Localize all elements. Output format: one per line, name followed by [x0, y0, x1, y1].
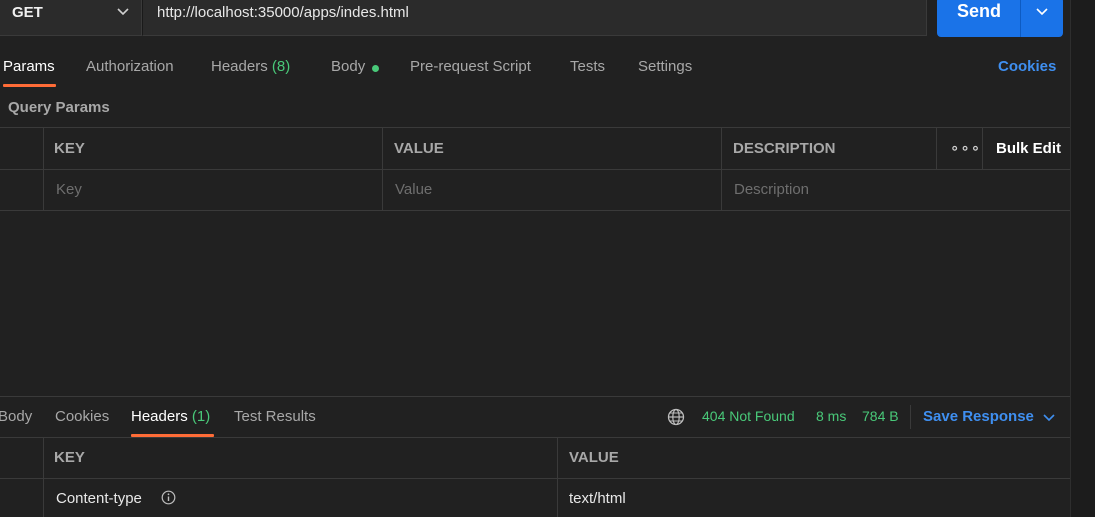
method-label: GET	[12, 4, 43, 21]
column-header-description: DESCRIPTION	[733, 140, 836, 157]
response-tab-body[interactable]: Body	[0, 408, 32, 425]
cookies-link[interactable]: Cookies	[998, 58, 1056, 75]
response-header-key: Content-type	[56, 490, 142, 507]
column-header-value: VALUE	[394, 140, 444, 157]
response-column-key: KEY	[54, 449, 85, 466]
response-tab-headers-label: Headers	[131, 408, 188, 425]
send-button-label[interactable]: Send	[957, 1, 1001, 22]
value-input[interactable]: Value	[395, 181, 432, 198]
table-col-divider	[936, 127, 937, 169]
response-table-col-divider	[557, 437, 558, 517]
response-headers-count: (1)	[191, 408, 211, 425]
tab-params-underline	[3, 84, 56, 87]
response-column-value: VALUE	[569, 449, 619, 466]
tab-params[interactable]: Params	[3, 58, 55, 75]
column-header-key: KEY	[54, 140, 85, 157]
send-divider	[1020, 0, 1021, 37]
response-table-col-divider	[43, 437, 44, 517]
table-border-header	[0, 169, 1070, 170]
send-options-chevron-icon[interactable]	[1035, 4, 1049, 23]
bulk-edit-button[interactable]: Bulk Edit	[996, 140, 1061, 157]
chevron-down-icon[interactable]	[116, 4, 130, 23]
table-border-top	[0, 127, 1070, 128]
info-icon[interactable]	[161, 490, 176, 510]
more-options-icon[interactable]: ∘∘∘	[950, 139, 981, 157]
globe-icon[interactable]	[667, 408, 685, 431]
query-params-title: Query Params	[8, 99, 110, 116]
url-text: http://localhost:35000/apps/indes.html	[157, 4, 409, 21]
status-code[interactable]: 404 Not Found	[702, 408, 795, 424]
response-tab-headers[interactable]: Headers (1)	[131, 408, 210, 425]
tab-headers-count: (8)	[271, 58, 291, 75]
response-table-border-header	[0, 478, 1070, 479]
response-size[interactable]: 784 B	[862, 408, 899, 424]
right-sidebar-strip	[1070, 0, 1095, 517]
description-input[interactable]: Description	[734, 181, 809, 198]
tab-headers-label: Headers	[211, 58, 268, 75]
save-response-button[interactable]: Save Response	[923, 408, 1034, 425]
tab-body[interactable]: Body	[331, 58, 365, 75]
table-col-divider	[721, 127, 722, 210]
table-col-divider	[43, 127, 44, 210]
body-indicator-dot	[372, 65, 379, 72]
tab-headers[interactable]: Headers (8)	[211, 58, 290, 75]
table-border-row	[0, 210, 1070, 211]
tab-authorization[interactable]: Authorization	[86, 58, 174, 75]
table-col-divider	[382, 127, 383, 210]
response-header-value: text/html	[569, 490, 626, 507]
table-col-divider	[982, 127, 983, 169]
save-separator	[910, 405, 911, 429]
response-table-border-top	[0, 437, 1070, 438]
key-input[interactable]: Key	[56, 181, 82, 198]
tab-settings[interactable]: Settings	[638, 58, 692, 75]
response-tab-test-results[interactable]: Test Results	[234, 408, 316, 425]
save-response-chevron-icon[interactable]	[1042, 410, 1056, 429]
response-tab-cookies[interactable]: Cookies	[55, 408, 109, 425]
tab-tests[interactable]: Tests	[570, 58, 605, 75]
response-pane-divider[interactable]	[0, 396, 1070, 397]
response-time[interactable]: 8 ms	[816, 408, 846, 424]
tab-prerequest-script[interactable]: Pre-request Script	[410, 58, 531, 75]
